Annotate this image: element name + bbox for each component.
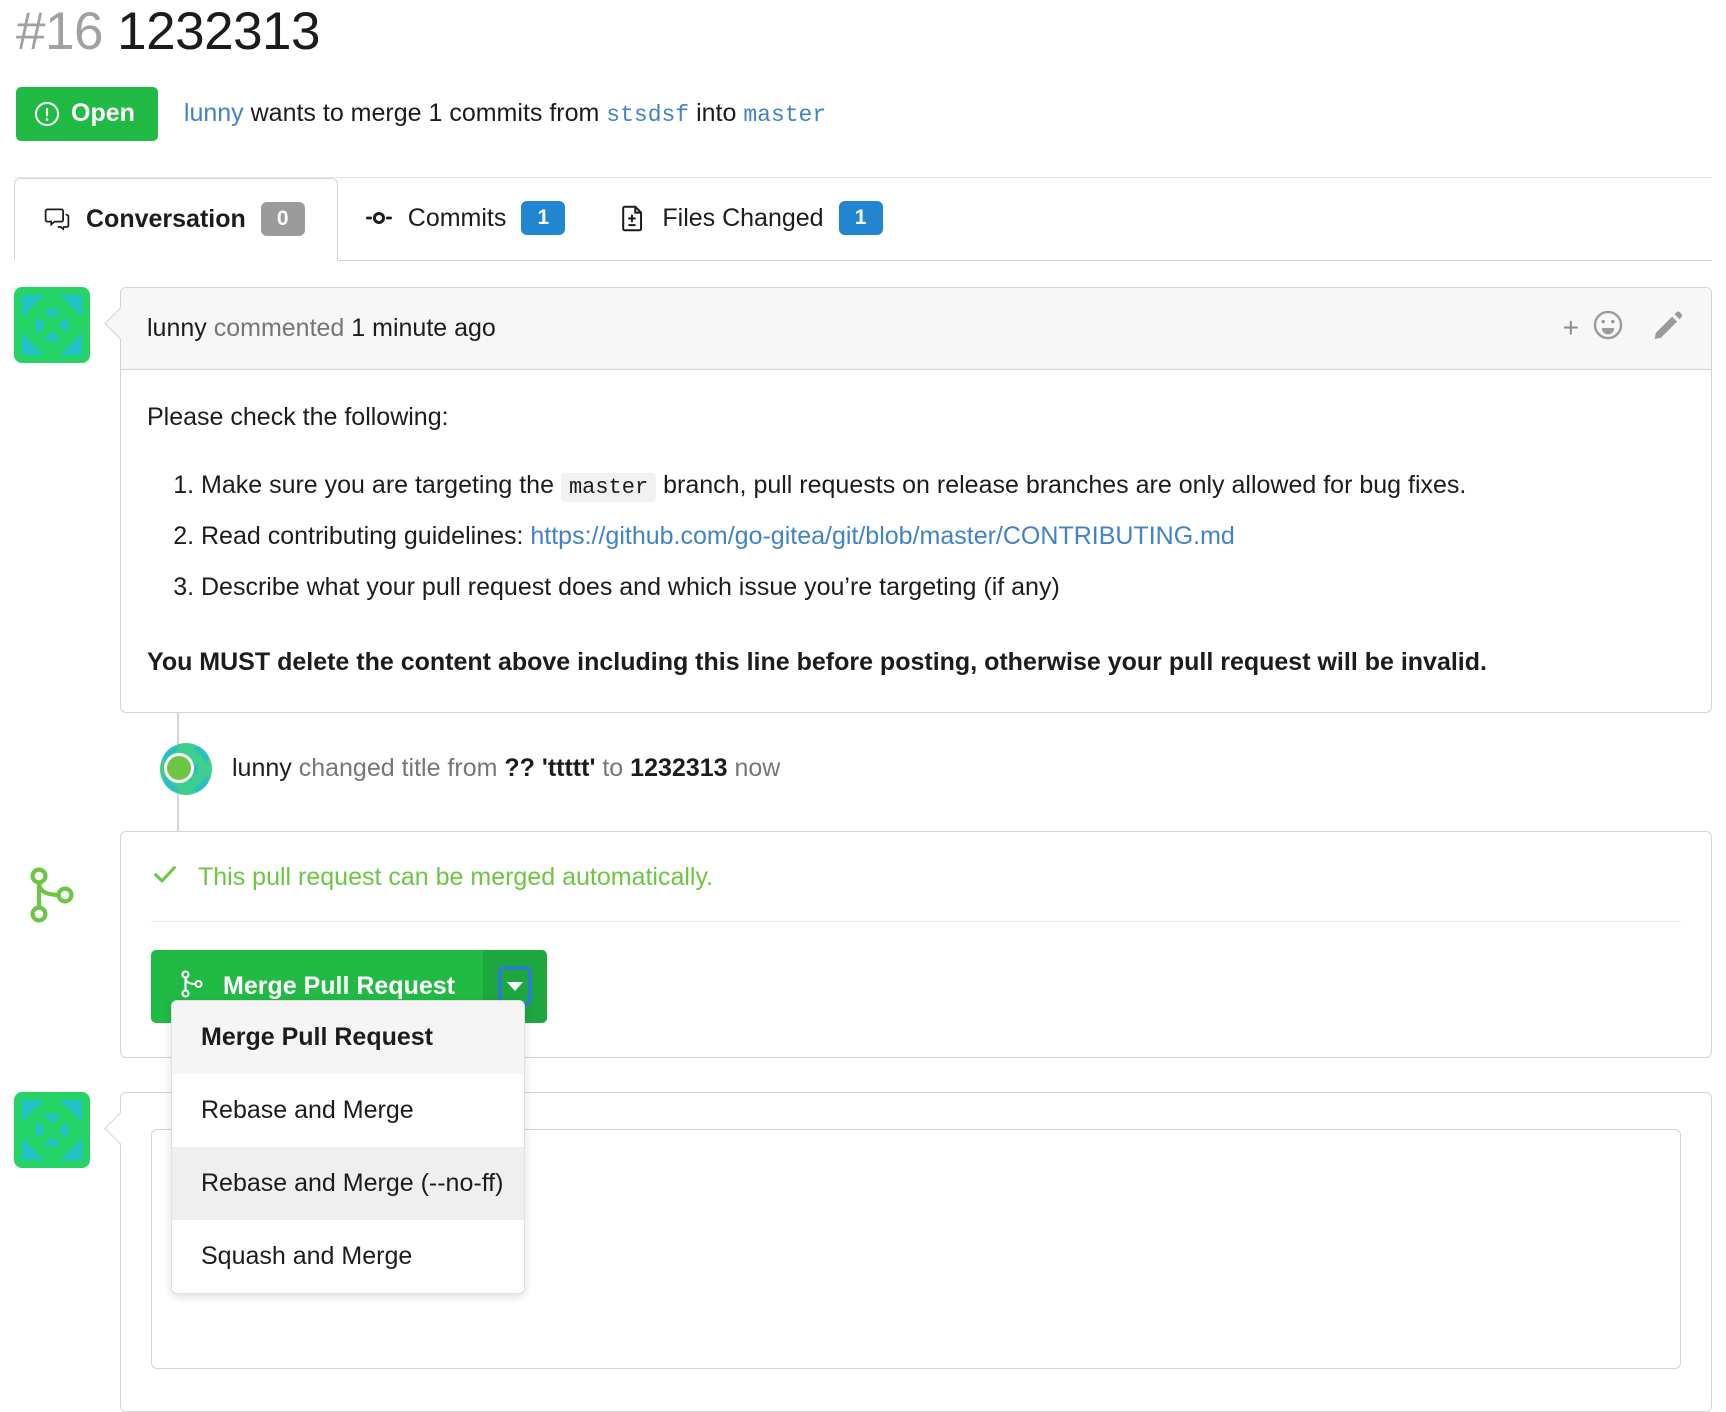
timeline-dot-icon: [164, 752, 194, 783]
dropdown-item-rebase-and-merge-no-ff[interactable]: Rebase and Merge (--no-ff): [172, 1147, 524, 1220]
pr-meta-action: wants to merge 1 commits from: [250, 98, 600, 127]
avatar[interactable]: [14, 1091, 90, 1168]
checklist-item-before: Read contributing guidelines:: [201, 522, 524, 551]
tab-commits-label: Commits: [407, 203, 507, 232]
base-branch-link[interactable]: master: [743, 102, 826, 128]
checklist-item: Make sure you are targeting the master b…: [201, 466, 1685, 505]
edit-pencil-icon[interactable]: [1651, 308, 1685, 349]
merge-pull-request-button-label: Merge Pull Request: [223, 971, 455, 1000]
head-branch-link[interactable]: stsdsf: [606, 102, 689, 128]
event-old-title-prefix: ??: [504, 754, 535, 783]
event-new-title: 1232313: [630, 754, 728, 783]
tab-conversation[interactable]: Conversation 0: [14, 177, 338, 261]
tab-files-changed[interactable]: Files Changed 1: [592, 177, 909, 260]
emoji-icon[interactable]: [1591, 308, 1625, 349]
merge-status-text: This pull request can be merged automati…: [198, 862, 714, 891]
comment-icon: [43, 205, 71, 233]
commit-icon: [365, 204, 393, 232]
file-diff-icon: [619, 204, 647, 232]
pull-request-page: #16 1232313 Open lunny wants to merge 1 …: [0, 0, 1726, 1412]
dropdown-item-merge-pull-request[interactable]: Merge Pull Request: [172, 1001, 524, 1074]
pr-author-link[interactable]: lunny: [184, 99, 244, 127]
comment-body: Please check the following: Make sure yo…: [121, 370, 1711, 712]
merge-options-dropdown: Merge Pull Request Rebase and Merge Reba…: [171, 1000, 525, 1294]
comment-header-actions: +: [1563, 308, 1685, 349]
event-to: to: [602, 754, 624, 783]
check-icon: [151, 860, 179, 895]
checklist-item: Read contributing guidelines: https://gi…: [201, 517, 1685, 556]
tab-conversation-label: Conversation: [86, 204, 246, 233]
timeline-event: lunny changed title from ?? 'ttttt' to 1…: [14, 739, 1712, 799]
pr-title-text: 1232313: [117, 2, 321, 61]
status-badge-label: Open: [71, 99, 135, 128]
comment-box: lunny commented 1 minute ago + Please ch…: [120, 286, 1712, 713]
pr-meta-text: lunny wants to merge 1 commits from stsd…: [184, 98, 826, 130]
event-author[interactable]: lunny: [232, 754, 292, 782]
tab-files-changed-label: Files Changed: [662, 203, 824, 232]
comment-item: lunny commented 1 minute ago + Please ch…: [14, 286, 1712, 713]
tab-files-changed-count: 1: [838, 201, 883, 236]
page-title: #16 1232313: [14, 0, 1712, 60]
tab-commits[interactable]: Commits 1: [338, 177, 593, 260]
comment-warning: You MUST delete the content above includ…: [147, 647, 1487, 676]
comment-action: commented: [213, 313, 345, 342]
comment-header: lunny commented 1 minute ago +: [121, 287, 1711, 370]
pr-meta-row: Open lunny wants to merge 1 commits from…: [14, 86, 1712, 141]
timeline-event-text: lunny changed title from ?? 'ttttt' to 1…: [232, 754, 780, 783]
checklist-item: Describe what your pull request does and…: [201, 568, 1685, 607]
branch-code: master: [560, 473, 657, 503]
status-badge: Open: [16, 86, 158, 141]
event-action: changed title from: [298, 754, 498, 783]
checklist-item-before: Describe what your pull request does and…: [201, 573, 1060, 602]
merge-status: This pull request can be merged automati…: [121, 832, 1711, 921]
dropdown-item-rebase-and-merge[interactable]: Rebase and Merge: [172, 1074, 524, 1147]
exclamation-circle-icon: [34, 101, 60, 127]
tab-conversation-count: 0: [260, 202, 305, 237]
avatar[interactable]: [14, 286, 90, 363]
checklist-item-before: Make sure you are targeting the: [201, 471, 554, 500]
comment-author[interactable]: lunny: [147, 314, 207, 342]
dropdown-item-squash-and-merge[interactable]: Squash and Merge: [172, 1220, 524, 1293]
event-time: now: [734, 754, 781, 783]
git-merge-icon: [14, 831, 90, 923]
comment-header-text: lunny commented 1 minute ago: [147, 314, 496, 343]
add-reaction-plus-label: +: [1562, 312, 1579, 344]
contributing-link[interactable]: https://github.com/go-gitea/git/blob/mas…: [530, 522, 1234, 550]
pr-tabs: Conversation 0 Commits 1 Files Changed 1: [14, 177, 1712, 261]
git-merge-icon: [179, 970, 205, 1003]
pr-meta-into: into: [696, 98, 737, 127]
comment-intro: Please check the following:: [147, 402, 449, 431]
comment-checklist: Make sure you are targeting the master b…: [147, 466, 1685, 607]
pr-index: #16: [16, 2, 103, 61]
tab-commits-count: 1: [521, 201, 566, 236]
event-old-title: 'ttttt': [541, 754, 596, 783]
comment-time: 1 minute ago: [351, 313, 496, 342]
checklist-item-after: branch, pull requests on release branche…: [663, 471, 1467, 500]
